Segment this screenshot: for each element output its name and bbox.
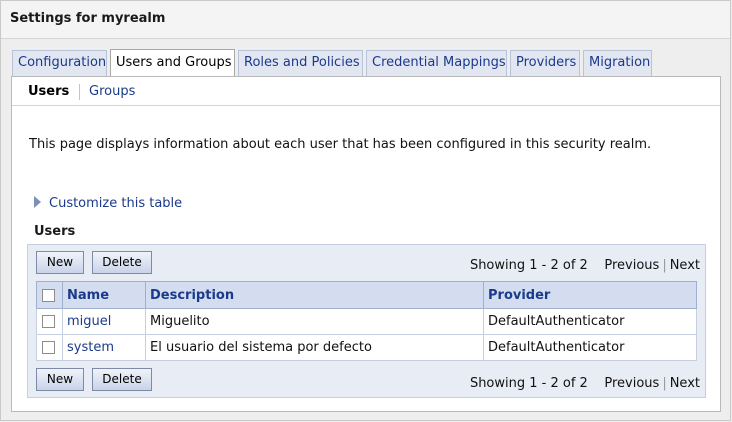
user-name-cell: system [62, 334, 146, 361]
subtab-divider [79, 84, 80, 100]
users-section-title: Users [34, 224, 76, 239]
customize-table-link[interactable]: Customize this table [34, 196, 182, 211]
pagination-divider: | [662, 258, 667, 273]
table-row: system El usuario del sistema por defect… [36, 334, 697, 361]
pagination-top: Showing 1 - 2 of 2 Previous | Next [470, 258, 700, 273]
page-title: Settings for myrealm [10, 11, 166, 26]
next-link[interactable]: Next [670, 376, 700, 391]
user-provider-cell: DefaultAuthenticator [483, 308, 697, 335]
row-checkbox[interactable] [42, 341, 55, 354]
user-description-cell: El usuario del sistema por defecto [145, 334, 484, 361]
settings-panel: Settings for myrealm Configuration Users… [0, 0, 731, 421]
tab-configuration[interactable]: Configuration [12, 50, 107, 76]
previous-link[interactable]: Previous [604, 258, 659, 273]
tab-migration[interactable]: Migration [583, 50, 652, 76]
page-description: This page displays information about eac… [29, 137, 652, 152]
user-provider-cell: DefaultAuthenticator [483, 334, 697, 361]
showing-count: Showing 1 - 2 of 2 [469, 376, 588, 391]
select-all-header [36, 281, 63, 309]
tab-providers[interactable]: Providers [510, 50, 580, 76]
user-name-link[interactable]: miguel [67, 314, 111, 329]
title-bar: Settings for myrealm [1, 1, 730, 39]
next-link[interactable]: Next [670, 258, 700, 273]
new-button[interactable]: New [36, 251, 84, 274]
expand-triangle-icon [34, 196, 41, 208]
pagination-bottom: Showing 1 - 2 of 2 Previous | Next [470, 376, 700, 391]
showing-count: Showing 1 - 2 of 2 [469, 258, 588, 273]
user-name-cell: miguel [62, 308, 146, 335]
tab-roles-and-policies[interactable]: Roles and Policies [238, 50, 363, 76]
tab-users-and-groups[interactable]: Users and Groups [110, 49, 235, 76]
column-header-description[interactable]: Description [145, 281, 484, 309]
user-description-cell: Miguelito [145, 308, 484, 335]
column-header-name[interactable]: Name [62, 281, 146, 309]
subtab-bar: Users Groups [12, 77, 720, 106]
subtab-groups[interactable]: Groups [89, 84, 135, 99]
users-table-container: New Delete Showing 1 - 2 of 2 Previous | N… [27, 244, 706, 398]
row-select-cell [36, 308, 63, 335]
customize-table-label: Customize this table [49, 196, 183, 211]
previous-link[interactable]: Previous [604, 376, 659, 391]
table-row: miguel Miguelito DefaultAuthenticator [36, 308, 697, 335]
tab-credential-mappings[interactable]: Credential Mappings [366, 50, 507, 76]
row-checkbox[interactable] [42, 315, 55, 328]
user-name-link[interactable]: system [67, 340, 114, 355]
row-select-cell [36, 334, 63, 361]
new-button-bottom[interactable]: New [36, 368, 84, 391]
tab-content: Users Groups This page displays informat… [11, 76, 721, 412]
select-all-checkbox[interactable] [42, 288, 55, 302]
users-table: Name Description Provider miguel Migueli… [36, 281, 697, 361]
subtab-users[interactable]: Users [28, 84, 69, 99]
table-header-row: Name Description Provider [36, 281, 697, 309]
delete-button[interactable]: Delete [92, 251, 152, 274]
pagination-divider: | [662, 376, 667, 391]
delete-button-bottom[interactable]: Delete [92, 368, 152, 391]
column-header-provider[interactable]: Provider [483, 281, 697, 309]
